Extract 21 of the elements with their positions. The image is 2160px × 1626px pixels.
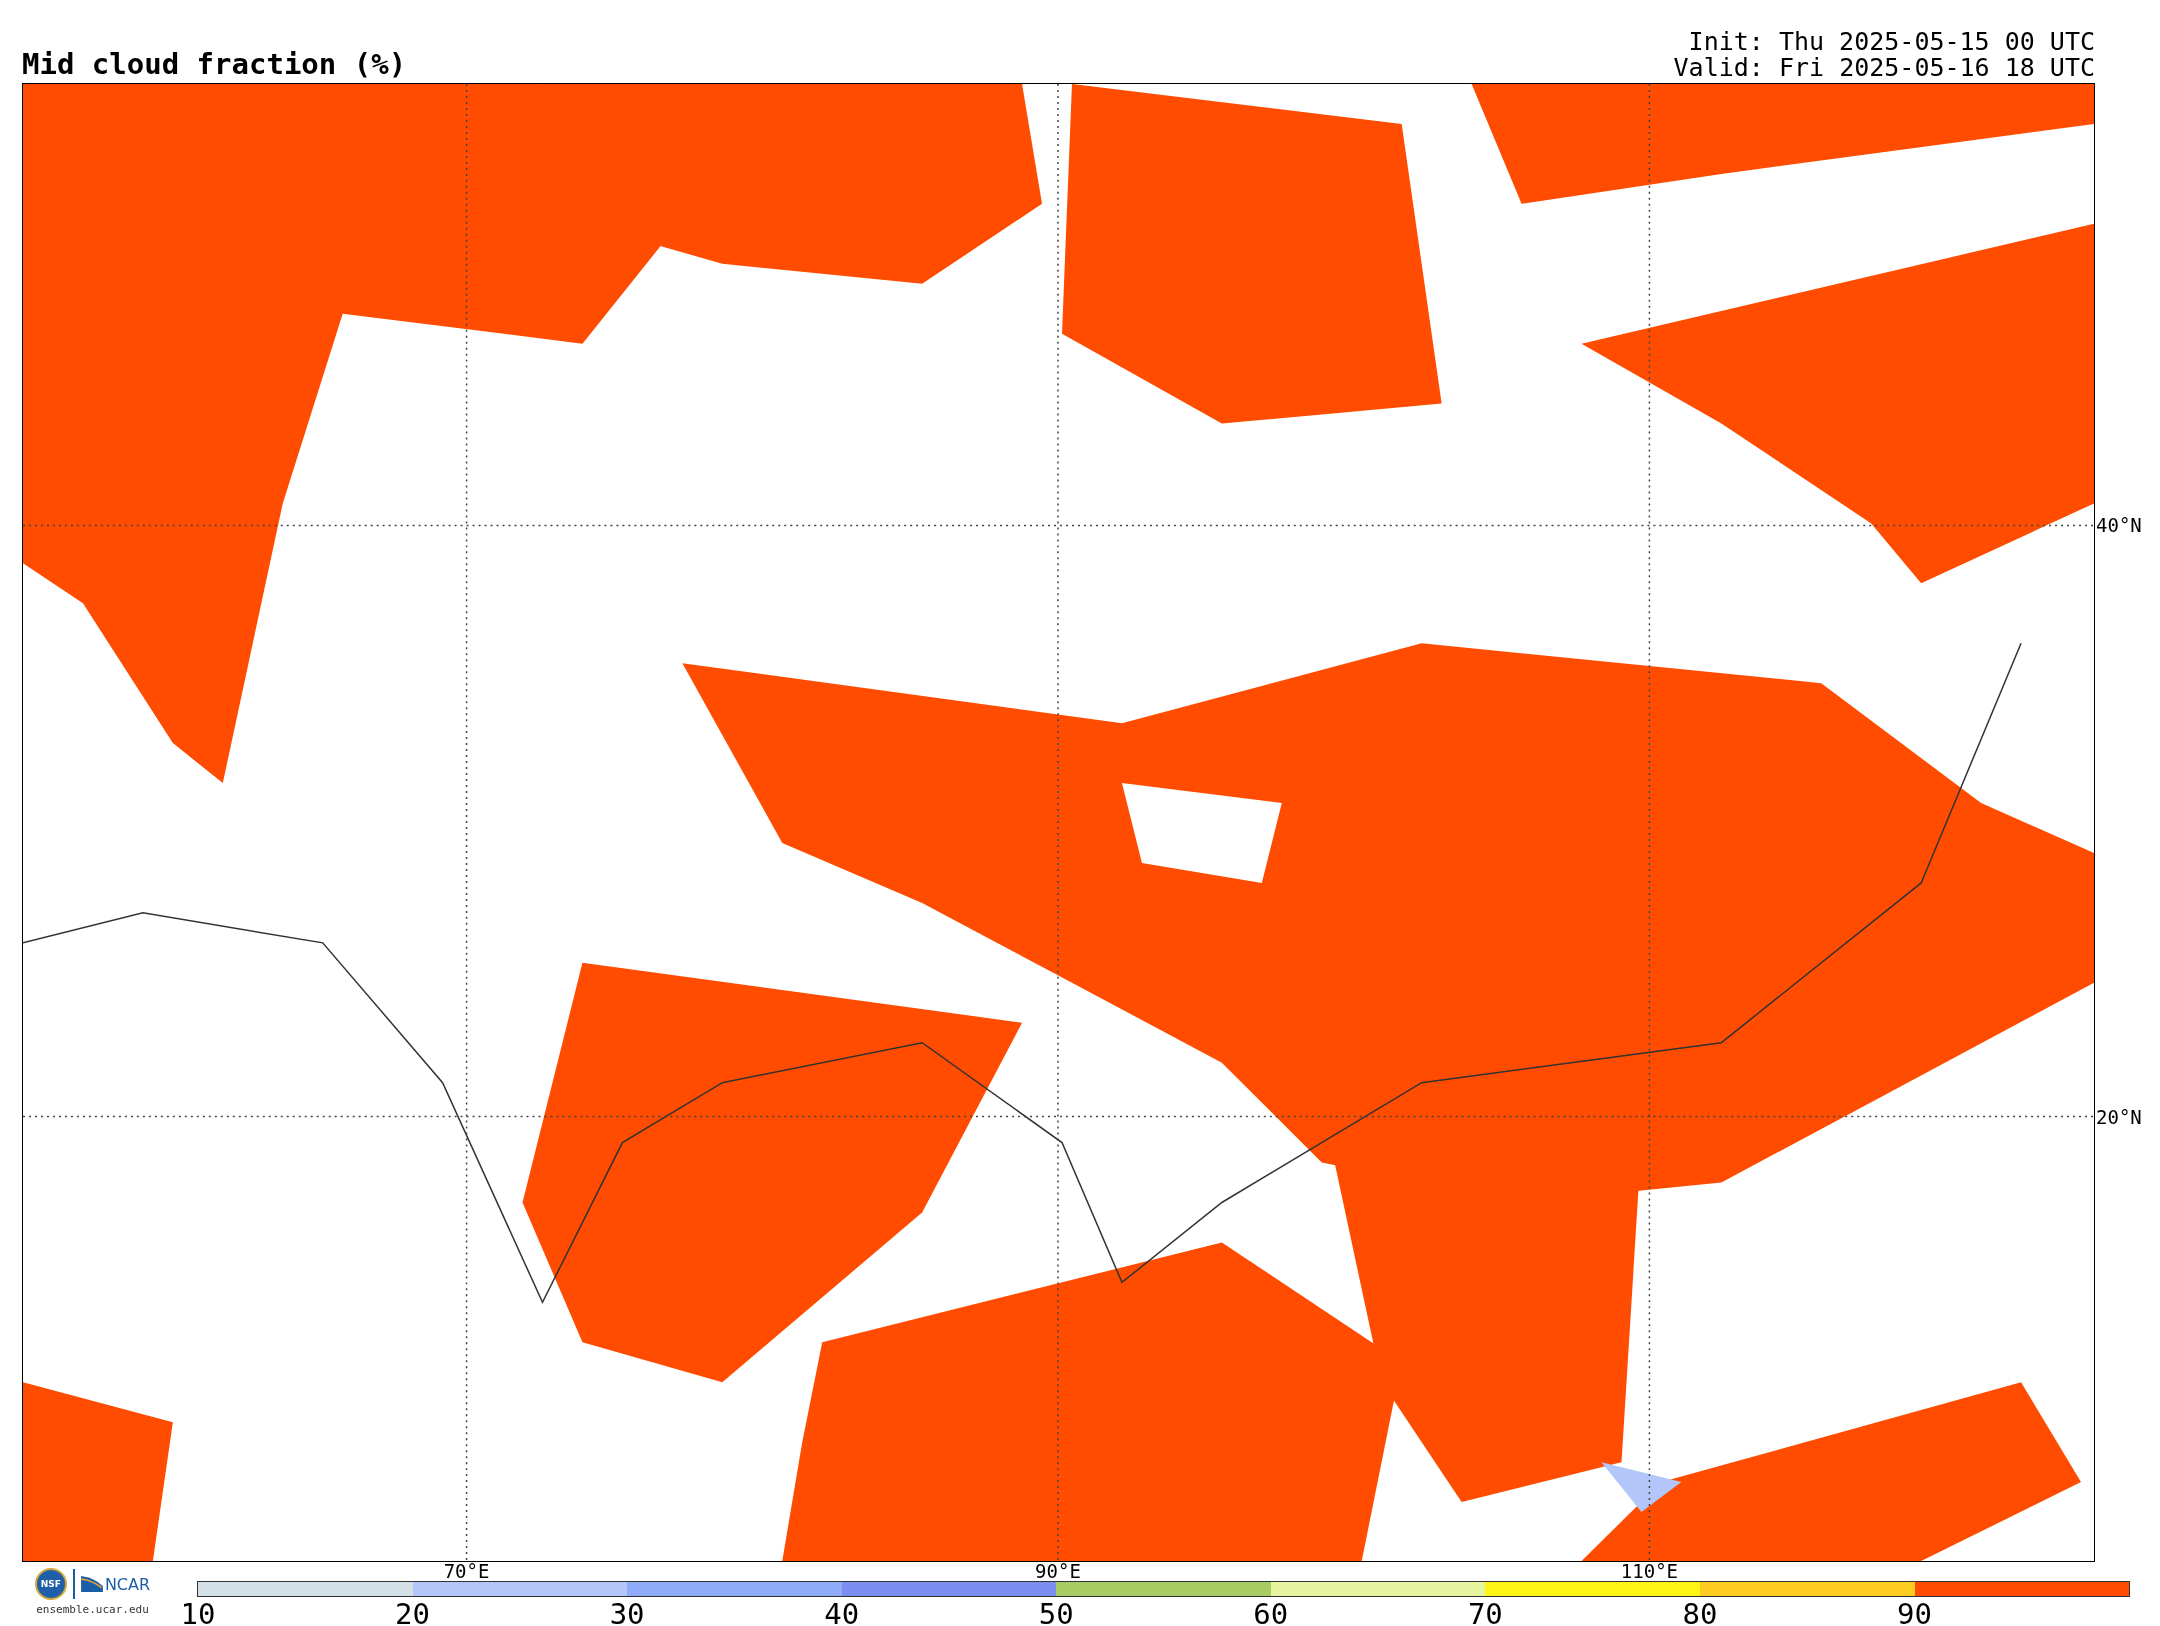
init-time: Init: Thu 2025-05-15 00 UTC — [1688, 29, 2095, 55]
tick-label: 50 — [1038, 1598, 1074, 1626]
tick-label: 20 — [395, 1598, 430, 1626]
tick-label: 60 — [1253, 1598, 1289, 1626]
tick-label: 10 — [180, 1598, 216, 1626]
latitude-label: 40°N — [2095, 514, 2142, 537]
nsf-logo: NSF — [34, 1568, 67, 1600]
tick-label: 80 — [1682, 1598, 1718, 1626]
latitude-label: 20°N — [2095, 1105, 2142, 1128]
chart-title: Mid cloud fraction (%) — [22, 47, 407, 81]
tick-label: 40 — [824, 1598, 860, 1626]
ncar-logo: NCAR — [104, 1574, 151, 1594]
tick-label: 90 — [1897, 1598, 1932, 1626]
swoosh-icon — [80, 1576, 103, 1592]
website-url: ensemble.ucar.edu — [36, 1603, 149, 1616]
valid-time: Valid: Fri 2025-05-16 18 UTC — [1673, 55, 2095, 81]
longitude-label: 90°E — [1035, 1561, 1081, 1581]
longitude-label: 110°E — [1620, 1561, 1678, 1581]
tick-label: 70 — [1467, 1598, 1503, 1626]
longitude-label: 70°E — [443, 1561, 490, 1581]
tick-label: 30 — [609, 1598, 645, 1626]
